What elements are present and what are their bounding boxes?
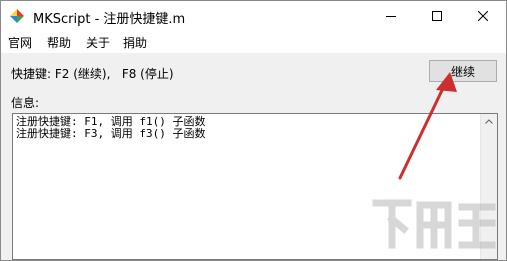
menu-official-site[interactable]: 官网 <box>8 34 32 51</box>
info-line: 注册快捷键: F3, 调用 f3() 子函数 <box>16 127 206 140</box>
menu-about[interactable]: 关于 <box>86 34 110 51</box>
menu-bar: 官网 帮助 关于 捐助 <box>1 32 506 52</box>
app-icon <box>10 9 24 23</box>
maximize-button[interactable] <box>414 1 460 31</box>
info-text: 注册快捷键: F1, 调用 f1() 子函数 注册快捷键: F3, 调用 f3(… <box>16 116 205 140</box>
minimize-icon <box>386 16 396 17</box>
title-bar[interactable]: MKScript - 注册快捷键.m <box>1 1 506 31</box>
minimize-button[interactable] <box>368 1 414 31</box>
info-label: 信息: <box>11 96 40 110</box>
window-title: MKScript - 注册快捷键.m <box>33 12 186 27</box>
vertical-scrollbar[interactable] <box>480 114 497 259</box>
close-icon <box>478 11 488 21</box>
app-window: MKScript - 注册快捷键.m 官网 帮助 关于 捐助 快捷键: F2 (… <box>0 0 507 261</box>
close-button[interactable] <box>460 1 506 31</box>
client-area: 快捷键: F2 (继续), F8 (停止) 继续 信息: 注册快捷键: F1, … <box>1 53 506 260</box>
maximize-icon <box>432 11 442 21</box>
info-textarea[interactable]: 注册快捷键: F1, 调用 f1() 子函数 注册快捷键: F3, 调用 f3(… <box>12 113 498 260</box>
scroll-up-icon[interactable] <box>485 119 493 124</box>
menu-help[interactable]: 帮助 <box>47 34 71 51</box>
continue-button[interactable]: 继续 <box>429 60 497 82</box>
hotkey-label: 快捷键: F2 (继续), F8 (停止) <box>11 67 174 81</box>
menu-donate[interactable]: 捐助 <box>123 34 147 51</box>
